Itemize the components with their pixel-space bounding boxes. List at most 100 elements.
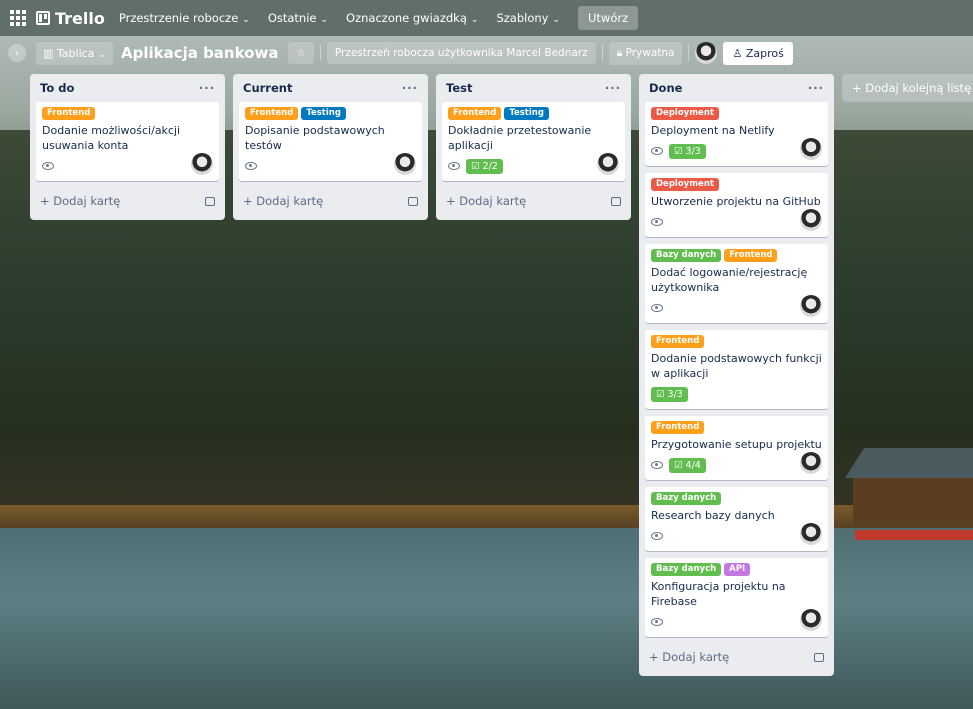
invite-label: Zaproś [745,46,784,60]
checkbox-icon: ☑ [674,459,686,471]
card-template-icon[interactable] [205,196,215,206]
card-label[interactable]: Frontend [448,107,502,120]
card-label[interactable]: Bazy danych [651,249,722,262]
list-title[interactable]: Done [649,81,682,95]
card-labels: Frontend [651,421,822,434]
visibility-button[interactable]: 🔒︎ Prywatna [608,41,683,65]
card[interactable]: Bazy danych Frontend Dodać logowanie/rejes… [645,244,828,323]
member-avatar[interactable] [800,609,822,631]
add-card-label[interactable]: + Dodaj kartę [446,194,526,208]
more-options-icon[interactable]: ··· [199,81,215,95]
chevron-down-icon: ⌄ [98,49,106,60]
chevron-down-icon: ⌄ [552,15,560,25]
list-title[interactable]: Test [446,81,472,95]
card-label[interactable]: Frontend [42,107,96,120]
member-avatar[interactable] [191,153,213,175]
member-avatar[interactable] [800,138,822,160]
list-title[interactable]: To do [40,81,74,95]
list-header[interactable]: Test ··· [442,74,625,102]
nav-templates[interactable]: Szablony ⌄ [496,11,560,25]
list-header[interactable]: To do ··· [36,74,219,102]
trello-logo-icon [36,11,50,25]
invite-button[interactable]: ♙ Zaproś [723,41,793,65]
card-label[interactable]: Bazy danych [651,563,722,576]
add-card-button[interactable]: + Dodaj kartę [645,644,828,670]
card[interactable]: Frontend Dodanie podstawowych funkcji w a… [645,330,828,409]
card[interactable]: Frontend Testing Dopisanie podstawowych te… [239,102,422,181]
list-current[interactable]: Current ··· Frontend Testing Dopisanie podst… [233,74,428,220]
checklist-badge: ☑ 4/4 [669,457,706,473]
card[interactable]: Frontend Dodanie możliwości/akcji usuwani… [36,102,219,181]
board-title[interactable]: Aplikacja bankowa [121,44,279,62]
card-labels: Frontend [42,107,213,120]
card[interactable]: Bazy danych Research bazy danych [645,487,828,551]
card-label[interactable]: Frontend [724,249,778,262]
member-avatar[interactable] [800,209,822,231]
card-label[interactable]: Frontend [651,335,705,348]
card[interactable]: Frontend Przygotowanie setupu projektu ☑ 4… [645,416,828,480]
card[interactable]: Deployment Utworzenie projektu na GitHub [645,173,828,237]
apps-grid-icon[interactable] [10,10,26,26]
add-card-label[interactable]: + Dodaj kartę [649,650,729,664]
checklist-count: 2/2 [482,160,498,172]
card-label[interactable]: Testing [301,107,346,120]
member-avatar[interactable] [800,295,822,317]
workspace-button[interactable]: Przestrzeń robocza użytkownika Marcel Be… [326,42,596,64]
card-title: Dodać logowanie/rejestrację użytkownika [651,266,808,294]
list-header[interactable]: Done ··· [645,74,828,102]
nav-starred[interactable]: Oznaczone gwiazdką ⌄ [346,11,478,25]
more-options-icon[interactable]: ··· [808,81,824,95]
list-done[interactable]: Done ··· Deployment Deployment na Netlify ☑ … [639,74,834,676]
list-to-do[interactable]: To do ··· Frontend Dodanie możliwości/akcji… [30,74,225,220]
card-badges [651,527,822,545]
add-card-button[interactable]: + Dodaj kartę [442,188,625,214]
card-badges [651,613,822,631]
card-label[interactable]: Bazy danych [651,492,722,505]
card-labels: Deployment [651,178,822,191]
card-label[interactable]: Frontend [245,107,299,120]
card-title: Deployment na Netlify [651,124,775,137]
star-button[interactable]: ☆ [288,42,314,64]
card[interactable]: Frontend Testing Dokładnie przetestowanie … [442,102,625,181]
eye-icon [42,162,54,170]
member-avatar[interactable] [394,153,416,175]
list-title[interactable]: Current [243,81,292,95]
chevron-down-icon: ⌄ [470,15,479,25]
add-list-button[interactable]: + Dodaj kolejną listę [842,74,973,102]
add-card-label[interactable]: + Dodaj kartę [243,194,323,208]
card-template-icon[interactable] [814,652,824,662]
trello-logo[interactable]: Trello [36,9,105,28]
member-avatar[interactable] [695,42,718,64]
member-avatar[interactable] [800,452,822,474]
card[interactable]: Bazy danych API Konfiguracja projektu na F… [645,558,828,637]
nav-workspaces[interactable]: Przestrzenie robocze ⌄ [119,11,250,25]
card-title: Dopisanie podstawowych testów [245,124,385,152]
card-label[interactable]: Frontend [651,421,705,434]
checklist-badge: ☑ 3/3 [651,386,688,402]
card-template-icon[interactable] [408,196,418,206]
member-avatar[interactable] [800,523,822,545]
card-template-icon[interactable] [611,196,621,206]
list-header[interactable]: Current ··· [239,74,422,102]
card[interactable]: Deployment Deployment na Netlify ☑ 3/3 [645,102,828,166]
member-avatar[interactable] [597,153,619,175]
more-options-icon[interactable]: ··· [605,81,621,95]
cabin-walls [853,478,973,526]
card-label[interactable]: API [724,563,751,576]
add-card-button[interactable]: + Dodaj kartę [239,188,422,214]
list-test[interactable]: Test ··· Frontend Testing Dokładnie przetest… [436,74,631,220]
nav-recent[interactable]: Ostatnie ⌄ [268,11,328,25]
more-options-icon[interactable]: ··· [402,81,418,95]
card-badges: ☑ 4/4 [651,456,822,474]
board-view-icon: ▥ [43,46,57,60]
expand-sidebar-icon[interactable]: › [8,44,26,62]
card-label[interactable]: Deployment [651,178,719,191]
create-button[interactable]: Utwórz [578,6,639,30]
board-view-switcher[interactable]: ▥ Tablica ⌄ [36,41,113,65]
add-card-button[interactable]: + Dodaj kartę [36,188,219,214]
card-label[interactable]: Deployment [651,107,719,120]
nav-recent-label: Ostatnie [267,11,317,25]
card-label[interactable]: Testing [504,107,549,120]
add-card-label[interactable]: + Dodaj kartę [40,194,120,208]
eye-icon [448,162,460,170]
